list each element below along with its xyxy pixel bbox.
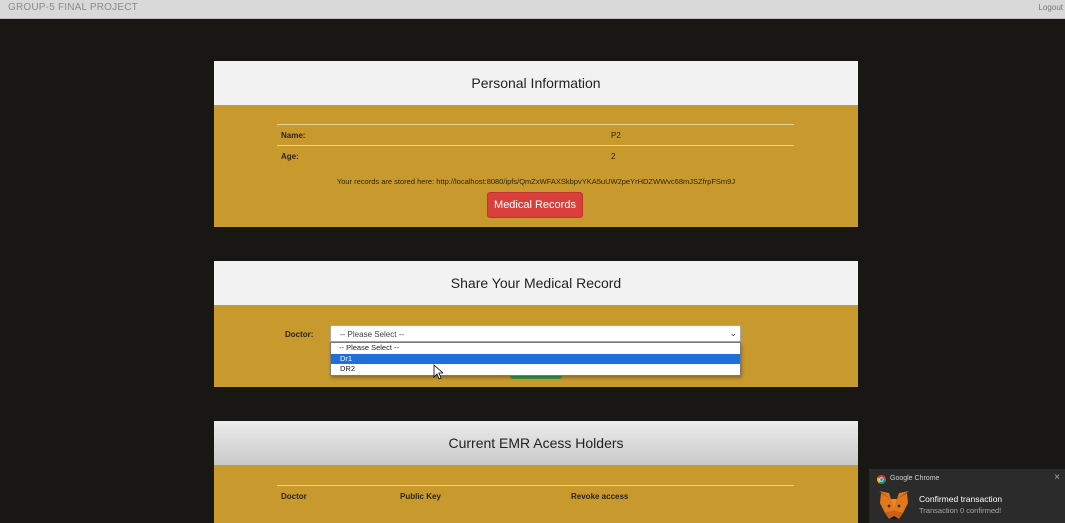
close-icon[interactable]: × — [1054, 472, 1060, 483]
records-location-text: Your records are stored here: http://loc… — [336, 177, 736, 186]
age-row: Age: 2 — [277, 145, 794, 166]
column-header-public-key: Public Key — [400, 492, 441, 501]
doctor-label: Doctor: — [285, 330, 314, 339]
name-row: Name: P2 — [277, 124, 794, 145]
emr-access-panel: Current EMR Acess Holders Doctor Public … — [214, 421, 858, 523]
dropdown-option-highlighted[interactable]: Dr1 — [331, 353, 740, 364]
doctor-select-value: -- Please Select -- — [340, 330, 405, 339]
dropdown-option[interactable]: -- Please Select -- — [331, 343, 740, 354]
emr-access-title: Current EMR Acess Holders — [214, 421, 858, 465]
name-label: Name: — [281, 131, 306, 140]
personal-info-panel: Personal Information Name: P2 Age: 2 You… — [214, 61, 858, 227]
share-record-title: Share Your Medical Record — [214, 261, 858, 305]
column-header-doctor: Doctor — [281, 492, 307, 501]
metamask-fox-icon — [879, 491, 909, 519]
column-header-revoke: Revoke access — [571, 492, 629, 501]
personal-info-title: Personal Information — [214, 61, 858, 105]
logout-link[interactable]: Logout — [1039, 3, 1063, 12]
chrome-icon — [877, 475, 886, 484]
doctor-select[interactable]: -- Please Select -- ⌄ — [330, 325, 741, 342]
chevron-down-icon: ⌄ — [729, 328, 737, 338]
medical-records-button[interactable]: Medical Records — [487, 192, 583, 218]
notification-title: Confirmed transaction — [919, 494, 1003, 504]
dropdown-option[interactable]: DR2 — [331, 364, 740, 375]
doctor-dropdown-list[interactable]: -- Please Select -- Dr1 DR2 — [330, 342, 741, 376]
navbar: GROUP-5 FINAL PROJECT Logout — [0, 0, 1065, 19]
name-value: P2 — [611, 131, 621, 140]
mouse-pointer-icon — [433, 364, 443, 380]
table-divider — [277, 485, 794, 486]
notification-app-name: Google Chrome — [890, 475, 940, 482]
notification-body: Transaction 0 confirmed! — [919, 506, 1002, 515]
age-value: 2 — [611, 152, 616, 161]
age-label: Age: — [281, 152, 299, 161]
brand-title[interactable]: GROUP-5 FINAL PROJECT — [8, 2, 138, 13]
notification-toast[interactable]: Google Chrome × Confirmed transaction Tr… — [869, 469, 1065, 523]
